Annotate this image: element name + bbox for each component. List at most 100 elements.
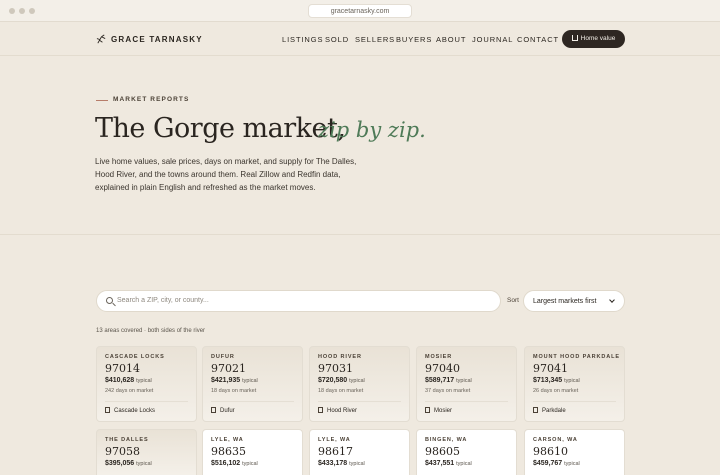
- card-footer: Hood River: [318, 407, 357, 414]
- card-divider: [211, 401, 294, 402]
- building-icon: [318, 407, 323, 413]
- card-city: LYLE, WA: [211, 437, 244, 443]
- price-typical: typical: [136, 378, 152, 384]
- window-zoom-dot[interactable]: [29, 8, 35, 14]
- card-footer: Dufur: [211, 407, 235, 414]
- price-value: $589,717: [425, 377, 455, 384]
- card-price: $713,345 typical: [533, 377, 580, 384]
- brand-name: GRACE TARNASKY: [111, 35, 203, 44]
- home-value-button[interactable]: Home value: [562, 30, 625, 48]
- price-value: $421,935: [211, 377, 241, 384]
- nav-buyers[interactable]: BUYERS: [396, 35, 432, 44]
- card-city: BINGEN, WA: [425, 437, 468, 443]
- card-price: $433,178 typical: [318, 460, 365, 467]
- building-icon: [105, 407, 110, 413]
- nav-sold[interactable]: SOLD: [325, 35, 349, 44]
- card-zip: 98617: [318, 445, 353, 458]
- card-divider: [105, 401, 188, 402]
- card-city: HOOD RIVER: [318, 354, 362, 360]
- card-days-on-market: 37 days on market: [425, 388, 471, 394]
- card-days-on-market: 18 days on market: [318, 388, 364, 394]
- market-card[interactable]: LYLE, WA 98635 $516,102 typical: [202, 429, 303, 475]
- card-footer-label: Hood River: [327, 408, 358, 414]
- card-divider: [318, 401, 401, 402]
- sort-select[interactable]: Largest markets first: [523, 290, 625, 312]
- nav-about[interactable]: ABOUT: [436, 35, 466, 44]
- market-card[interactable]: BINGEN, WA 98605 $437,551 typical: [416, 429, 517, 475]
- site-nav: GRACE TARNASKY LISTINGS SOLD SELLERS BUY…: [0, 22, 720, 56]
- card-city: CARSON, WA: [533, 437, 578, 443]
- price-typical: typical: [564, 461, 580, 467]
- market-card[interactable]: CARSON, WA 98610 $459,767 typical: [524, 429, 625, 475]
- market-card[interactable]: CASCADE LOCKS 97014 $410,628 typical 242…: [96, 346, 197, 422]
- areas-count: 13 areas covered · both sides of the riv…: [96, 328, 206, 334]
- card-city: THE DALLES: [105, 437, 149, 443]
- nav-contact[interactable]: CONTACT: [517, 35, 559, 44]
- card-zip: 97058: [105, 445, 140, 458]
- price-typical: typical: [456, 378, 472, 384]
- card-footer-label: Cascade Locks: [114, 408, 156, 414]
- card-city: LYLE, WA: [318, 437, 351, 443]
- price-typical: typical: [242, 378, 258, 384]
- card-footer-label: Parkdale: [542, 408, 566, 414]
- browser-chrome: gracetarnasky.com: [0, 0, 720, 22]
- nav-listings[interactable]: LISTINGS: [282, 35, 323, 44]
- section-kicker: MARKET REPORTS: [113, 96, 190, 103]
- market-card[interactable]: THE DALLES 97058 $395,056 typical: [96, 429, 197, 475]
- page-title-script: zip by zip.: [318, 118, 426, 142]
- price-value: $433,178: [318, 460, 348, 467]
- price-value: $516,102: [211, 460, 241, 467]
- nav-sellers[interactable]: SELLERS: [355, 35, 395, 44]
- market-card[interactable]: HOOD RIVER 97031 $720,580 typical 18 day…: [309, 346, 410, 422]
- market-card[interactable]: MOUNT HOOD PARKDALE 97041 $713,345 typic…: [524, 346, 625, 422]
- market-card[interactable]: LYLE, WA 98617 $433,178 typical: [309, 429, 410, 475]
- kicker-rule: [96, 100, 108, 101]
- card-divider: [533, 401, 616, 402]
- price-typical: typical: [242, 461, 258, 467]
- card-price: $421,935 typical: [211, 377, 258, 384]
- card-zip: 97041: [533, 362, 568, 375]
- house-icon: [571, 35, 578, 41]
- price-typical: typical: [564, 378, 580, 384]
- card-city: DUFUR: [211, 354, 235, 360]
- card-zip: 97021: [211, 362, 246, 375]
- card-price: $395,056 typical: [105, 460, 152, 467]
- card-price: $410,628 typical: [105, 377, 152, 384]
- card-zip: 97014: [105, 362, 140, 375]
- chevron-down-icon: [609, 297, 615, 303]
- card-zip: 98610: [533, 445, 568, 458]
- sort-value: Largest markets first: [533, 298, 597, 305]
- price-value: $713,345: [533, 377, 563, 384]
- card-zip: 98635: [211, 445, 246, 458]
- card-price: $720,580 typical: [318, 377, 365, 384]
- card-days-on-market: 18 days on market: [211, 388, 257, 394]
- address-bar[interactable]: gracetarnasky.com: [308, 4, 412, 18]
- card-footer: Mosier: [425, 407, 452, 414]
- card-city: MOSIER: [425, 354, 453, 360]
- card-zip: 98605: [425, 445, 460, 458]
- window-minimize-dot[interactable]: [19, 8, 25, 14]
- market-card[interactable]: DUFUR 97021 $421,935 typical 18 days on …: [202, 346, 303, 422]
- price-value: $720,580: [318, 377, 348, 384]
- card-price: $516,102 typical: [211, 460, 258, 467]
- building-icon: [211, 407, 216, 413]
- search-icon: [106, 297, 113, 304]
- search-input[interactable]: Search a ZIP, city, or county...: [96, 290, 501, 312]
- building-icon: [533, 407, 538, 413]
- card-days-on-market: 242 days on market: [105, 388, 154, 394]
- nav-journal[interactable]: JOURNAL: [472, 35, 513, 44]
- brand[interactable]: GRACE TARNASKY: [96, 34, 203, 45]
- window-close-dot[interactable]: [9, 8, 15, 14]
- price-value: $437,551: [425, 460, 455, 467]
- leaf-logo-icon: [96, 34, 106, 44]
- card-price: $589,717 typical: [425, 377, 472, 384]
- card-zip: 97031: [318, 362, 353, 375]
- market-card[interactable]: MOSIER 97040 $589,717 typical 37 days on…: [416, 346, 517, 422]
- price-typical: typical: [349, 461, 365, 467]
- page-title: The Gorge market,: [95, 113, 346, 144]
- card-zip: 97040: [425, 362, 460, 375]
- card-footer: Parkdale: [533, 407, 566, 414]
- building-icon: [425, 407, 430, 413]
- card-footer-label: Dufur: [220, 408, 235, 414]
- price-typical: typical: [456, 461, 472, 467]
